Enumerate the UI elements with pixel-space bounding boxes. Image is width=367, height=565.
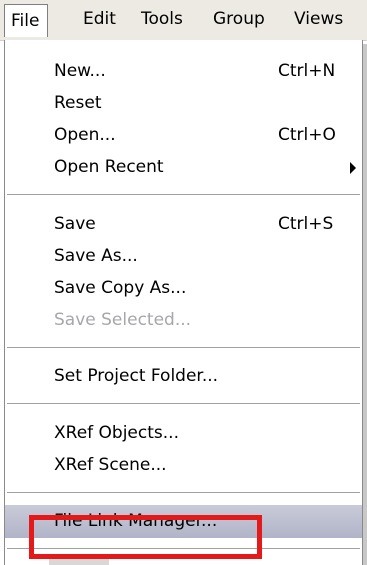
menu-edit[interactable]: Edit bbox=[83, 9, 116, 29]
menu-item-new[interactable]: New... Ctrl+N bbox=[5, 55, 362, 87]
menu-tools[interactable]: Tools bbox=[141, 9, 183, 29]
menu-item-reset[interactable]: Reset bbox=[5, 87, 362, 119]
menu-item-label: New... bbox=[54, 61, 106, 81]
menu-item-xref-objects[interactable]: XRef Objects... bbox=[5, 417, 362, 449]
menu-item-label: Set Project Folder... bbox=[54, 366, 219, 386]
menu-item-shortcut: Ctrl+S bbox=[278, 214, 334, 234]
menu-group[interactable]: Group bbox=[213, 9, 265, 29]
menu-bar: File Edit Tools Group Views bbox=[0, 0, 367, 41]
file-dropdown-menu: New... Ctrl+N Reset Open... Ctrl+O Open … bbox=[5, 40, 362, 565]
menu-separator bbox=[7, 347, 360, 349]
menu-item-label: Save As... bbox=[54, 246, 138, 266]
menu-item-save[interactable]: Save Ctrl+S bbox=[5, 208, 362, 240]
menu-item-label: XRef Scene... bbox=[54, 455, 167, 475]
menu-file[interactable]: File bbox=[4, 4, 49, 37]
menu-item-label: Reset bbox=[54, 93, 102, 113]
menu-item-set-project-folder[interactable]: Set Project Folder... bbox=[5, 360, 362, 392]
screenshot-canvas: File Edit Tools Group Views New... Ctrl+… bbox=[0, 0, 367, 565]
menu-item-xref-scene[interactable]: XRef Scene... bbox=[5, 449, 362, 481]
menu-item-save-as[interactable]: Save As... bbox=[5, 240, 362, 272]
menu-item-shortcut: Ctrl+N bbox=[278, 61, 336, 81]
menu-separator bbox=[7, 492, 360, 494]
dropdown-shadow bbox=[363, 44, 367, 565]
menu-views[interactable]: Views bbox=[294, 9, 343, 29]
submenu-arrow-icon bbox=[350, 162, 356, 174]
menu-item-save-selected: Save Selected... bbox=[5, 304, 362, 336]
menu-item-save-copy-as[interactable]: Save Copy As... bbox=[5, 272, 362, 304]
annotation-highlight-box bbox=[29, 515, 262, 559]
menu-item-label: Save bbox=[54, 214, 96, 234]
menu-item-label: Open Recent bbox=[54, 157, 164, 177]
menu-item-open[interactable]: Open... Ctrl+O bbox=[5, 119, 362, 151]
menu-item-label: Open... bbox=[54, 125, 116, 145]
menu-item-label: Save Copy As... bbox=[54, 278, 187, 298]
menu-separator bbox=[7, 403, 360, 405]
menu-item-label: XRef Objects... bbox=[54, 423, 179, 443]
menu-item-label: Save Selected... bbox=[54, 310, 192, 330]
menu-separator bbox=[7, 194, 360, 196]
menu-item-shortcut: Ctrl+O bbox=[278, 125, 336, 145]
menu-item-open-recent[interactable]: Open Recent bbox=[5, 151, 362, 183]
